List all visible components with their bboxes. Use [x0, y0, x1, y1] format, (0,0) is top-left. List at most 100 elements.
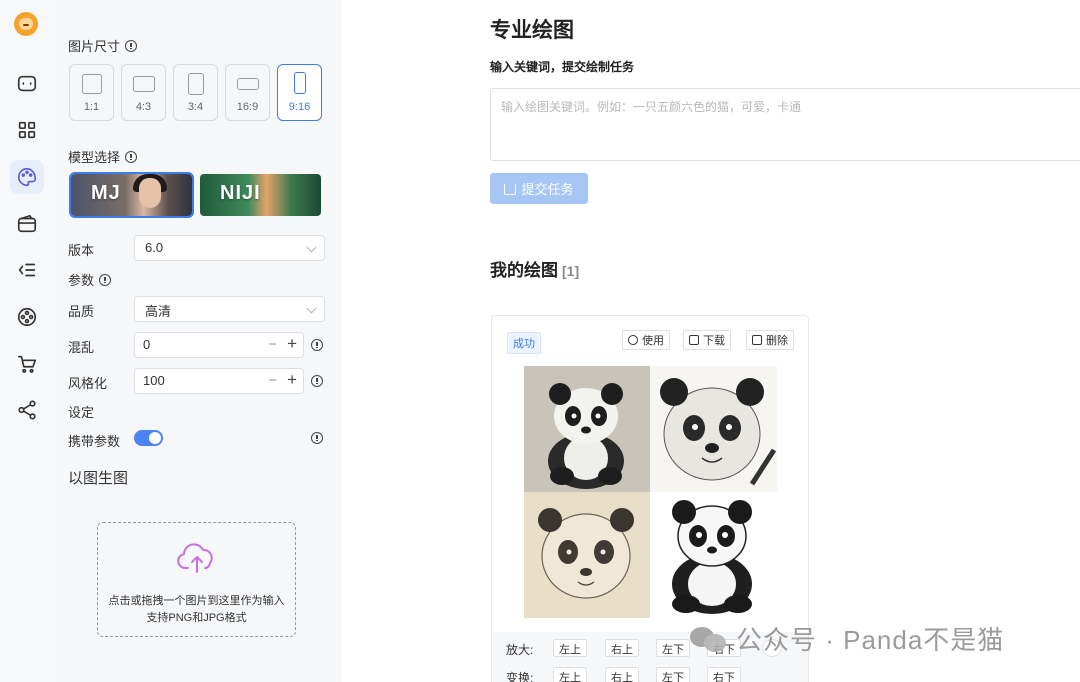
version-value: 6.0	[145, 240, 164, 255]
upscale-top-left-button[interactable]: 左上	[553, 639, 587, 657]
prompt-placeholder: 输入绘图关键词。例如：一只五颜六色的猫，可爱，卡通	[501, 100, 802, 114]
upscale-top-right-button[interactable]: 右上	[605, 639, 639, 657]
film-reel-icon[interactable]	[10, 300, 44, 334]
increment-button[interactable]: +	[287, 371, 297, 389]
chevron-down-icon	[306, 242, 317, 253]
cat-logo-icon[interactable]	[14, 12, 38, 36]
icon-rail	[0, 0, 52, 682]
watermark-text: 公众号 · Panda不是猫	[736, 625, 1005, 655]
submit-icon	[504, 182, 517, 195]
ratio-label: 16:9	[236, 101, 259, 113]
ratio-option-9-16[interactable]: 9:16	[277, 64, 322, 121]
decrement-button[interactable]: −	[268, 337, 277, 353]
version-label: 版本	[68, 243, 95, 258]
decrement-button[interactable]: −	[268, 373, 277, 389]
vary-bottom-left-button[interactable]: 左下	[656, 667, 690, 682]
version-select[interactable]: 6.0	[134, 235, 325, 261]
ratio-options: 1:1 4:3 3:4 16:9 9:16	[69, 64, 322, 121]
prompt-textarea[interactable]: 输入绘图关键词。例如：一只五颜六色的猫，可爱，卡通	[490, 88, 1080, 161]
info-icon[interactable]	[125, 39, 138, 52]
settings-panel: 图片尺寸 1:1 4:3 3:4 16:9 9:16 模型选择 MJ NIJI …	[52, 0, 341, 682]
chaos-input[interactable]: 0 − +	[134, 332, 304, 358]
submit-label: 提交任务	[521, 182, 574, 197]
model-option-niji[interactable]: NIJI	[200, 174, 321, 216]
delete-label: 删除	[766, 335, 788, 347]
params-heading: 参数	[68, 270, 112, 289]
chat-icon[interactable]	[10, 67, 44, 101]
model-name: NIJI	[220, 182, 261, 204]
ratio-option-1-1[interactable]: 1:1	[69, 64, 114, 121]
list-indent-icon[interactable]	[10, 253, 44, 287]
status-badge: 成功	[507, 332, 541, 354]
download-label: 下载	[703, 335, 725, 347]
info-icon[interactable]	[311, 432, 323, 444]
upscale-label: 放大:	[506, 643, 534, 657]
grid-icon[interactable]	[10, 113, 44, 147]
download-icon	[689, 335, 699, 345]
palette-icon[interactable]	[10, 160, 44, 194]
my-drawings-label: 我的绘图	[490, 261, 558, 280]
wallet-icon[interactable]	[10, 207, 44, 241]
ratio-label: 4:3	[135, 101, 152, 113]
ratio-label: 1:1	[83, 101, 100, 113]
my-drawings-title: 我的绘图 [1]	[490, 256, 579, 281]
use-label: 使用	[642, 335, 664, 347]
wechat-icon	[688, 624, 728, 654]
ratio-option-4-3[interactable]: 4:3	[121, 64, 166, 121]
generated-image[interactable]	[650, 492, 777, 618]
stylize-input[interactable]: 100 − +	[134, 368, 304, 394]
params-label: 参数	[68, 273, 95, 288]
cloud-upload-icon	[177, 543, 213, 573]
vary-top-left-button[interactable]: 左上	[553, 667, 587, 682]
prompt-label: 输入关键词，提交绘制任务	[490, 60, 635, 74]
quality-value: 高清	[145, 304, 172, 319]
use-button[interactable]: 使用	[622, 330, 670, 350]
image-size-label: 图片尺寸	[68, 39, 121, 54]
img2img-title: 以图生图	[68, 470, 129, 487]
share-icon[interactable]	[10, 393, 44, 427]
chaos-label: 混乱	[68, 340, 95, 355]
model-select-heading: 模型选择	[68, 147, 138, 166]
generated-image-grid[interactable]	[524, 366, 777, 618]
upscale-bottom-left-button[interactable]: 左下	[656, 639, 690, 657]
ratio-label: 3:4	[187, 101, 204, 113]
upload-hint: 点击或拖拽一个图片到这里作为输入	[108, 595, 285, 607]
ratio-option-3-4[interactable]: 3:4	[173, 64, 218, 121]
image-size-heading: 图片尺寸	[68, 36, 138, 55]
image-upload-dropzone[interactable]: 点击或拖拽一个图片到这里作为输入 支持PNG和JPG格式	[97, 522, 296, 637]
quality-select[interactable]: 高清	[134, 296, 325, 322]
generated-image[interactable]	[650, 366, 777, 492]
stylize-value: 100	[143, 373, 165, 388]
carry-params-label: 携带参数	[68, 434, 121, 449]
vary-bottom-right-button[interactable]: 右下	[707, 667, 741, 682]
info-icon[interactable]	[125, 150, 138, 163]
generated-image[interactable]	[524, 492, 650, 618]
info-icon[interactable]	[311, 375, 323, 387]
my-drawings-count: [1]	[562, 263, 580, 279]
model-name: MJ	[91, 182, 121, 204]
trash-icon	[752, 335, 762, 345]
info-icon[interactable]	[311, 339, 323, 351]
info-icon[interactable]	[99, 273, 112, 286]
variation-label: 变换:	[506, 671, 534, 682]
vary-top-right-button[interactable]: 右上	[605, 667, 639, 682]
delete-button[interactable]: 删除	[746, 330, 794, 350]
increment-button[interactable]: +	[287, 335, 297, 353]
page-title: 专业绘图	[490, 19, 574, 42]
chevron-down-icon	[306, 303, 317, 314]
cart-icon[interactable]	[10, 347, 44, 381]
generated-image[interactable]	[524, 366, 650, 492]
watermark: 公众号 · Panda不是猫	[688, 620, 1004, 657]
quality-label: 品质	[68, 304, 95, 319]
upload-format-hint: 支持PNG和JPG格式	[146, 612, 247, 624]
ratio-option-16-9[interactable]: 16:9	[225, 64, 270, 121]
download-button[interactable]: 下载	[683, 330, 731, 350]
chaos-value: 0	[143, 337, 151, 352]
model-option-mj[interactable]: MJ	[69, 172, 194, 218]
carry-params-toggle[interactable]	[134, 430, 163, 446]
ratio-label: 9:16	[288, 101, 311, 113]
use-icon	[628, 335, 638, 345]
settings-label: 设定	[68, 405, 95, 420]
model-select-label: 模型选择	[68, 150, 121, 165]
submit-task-button[interactable]: 提交任务	[490, 173, 588, 204]
